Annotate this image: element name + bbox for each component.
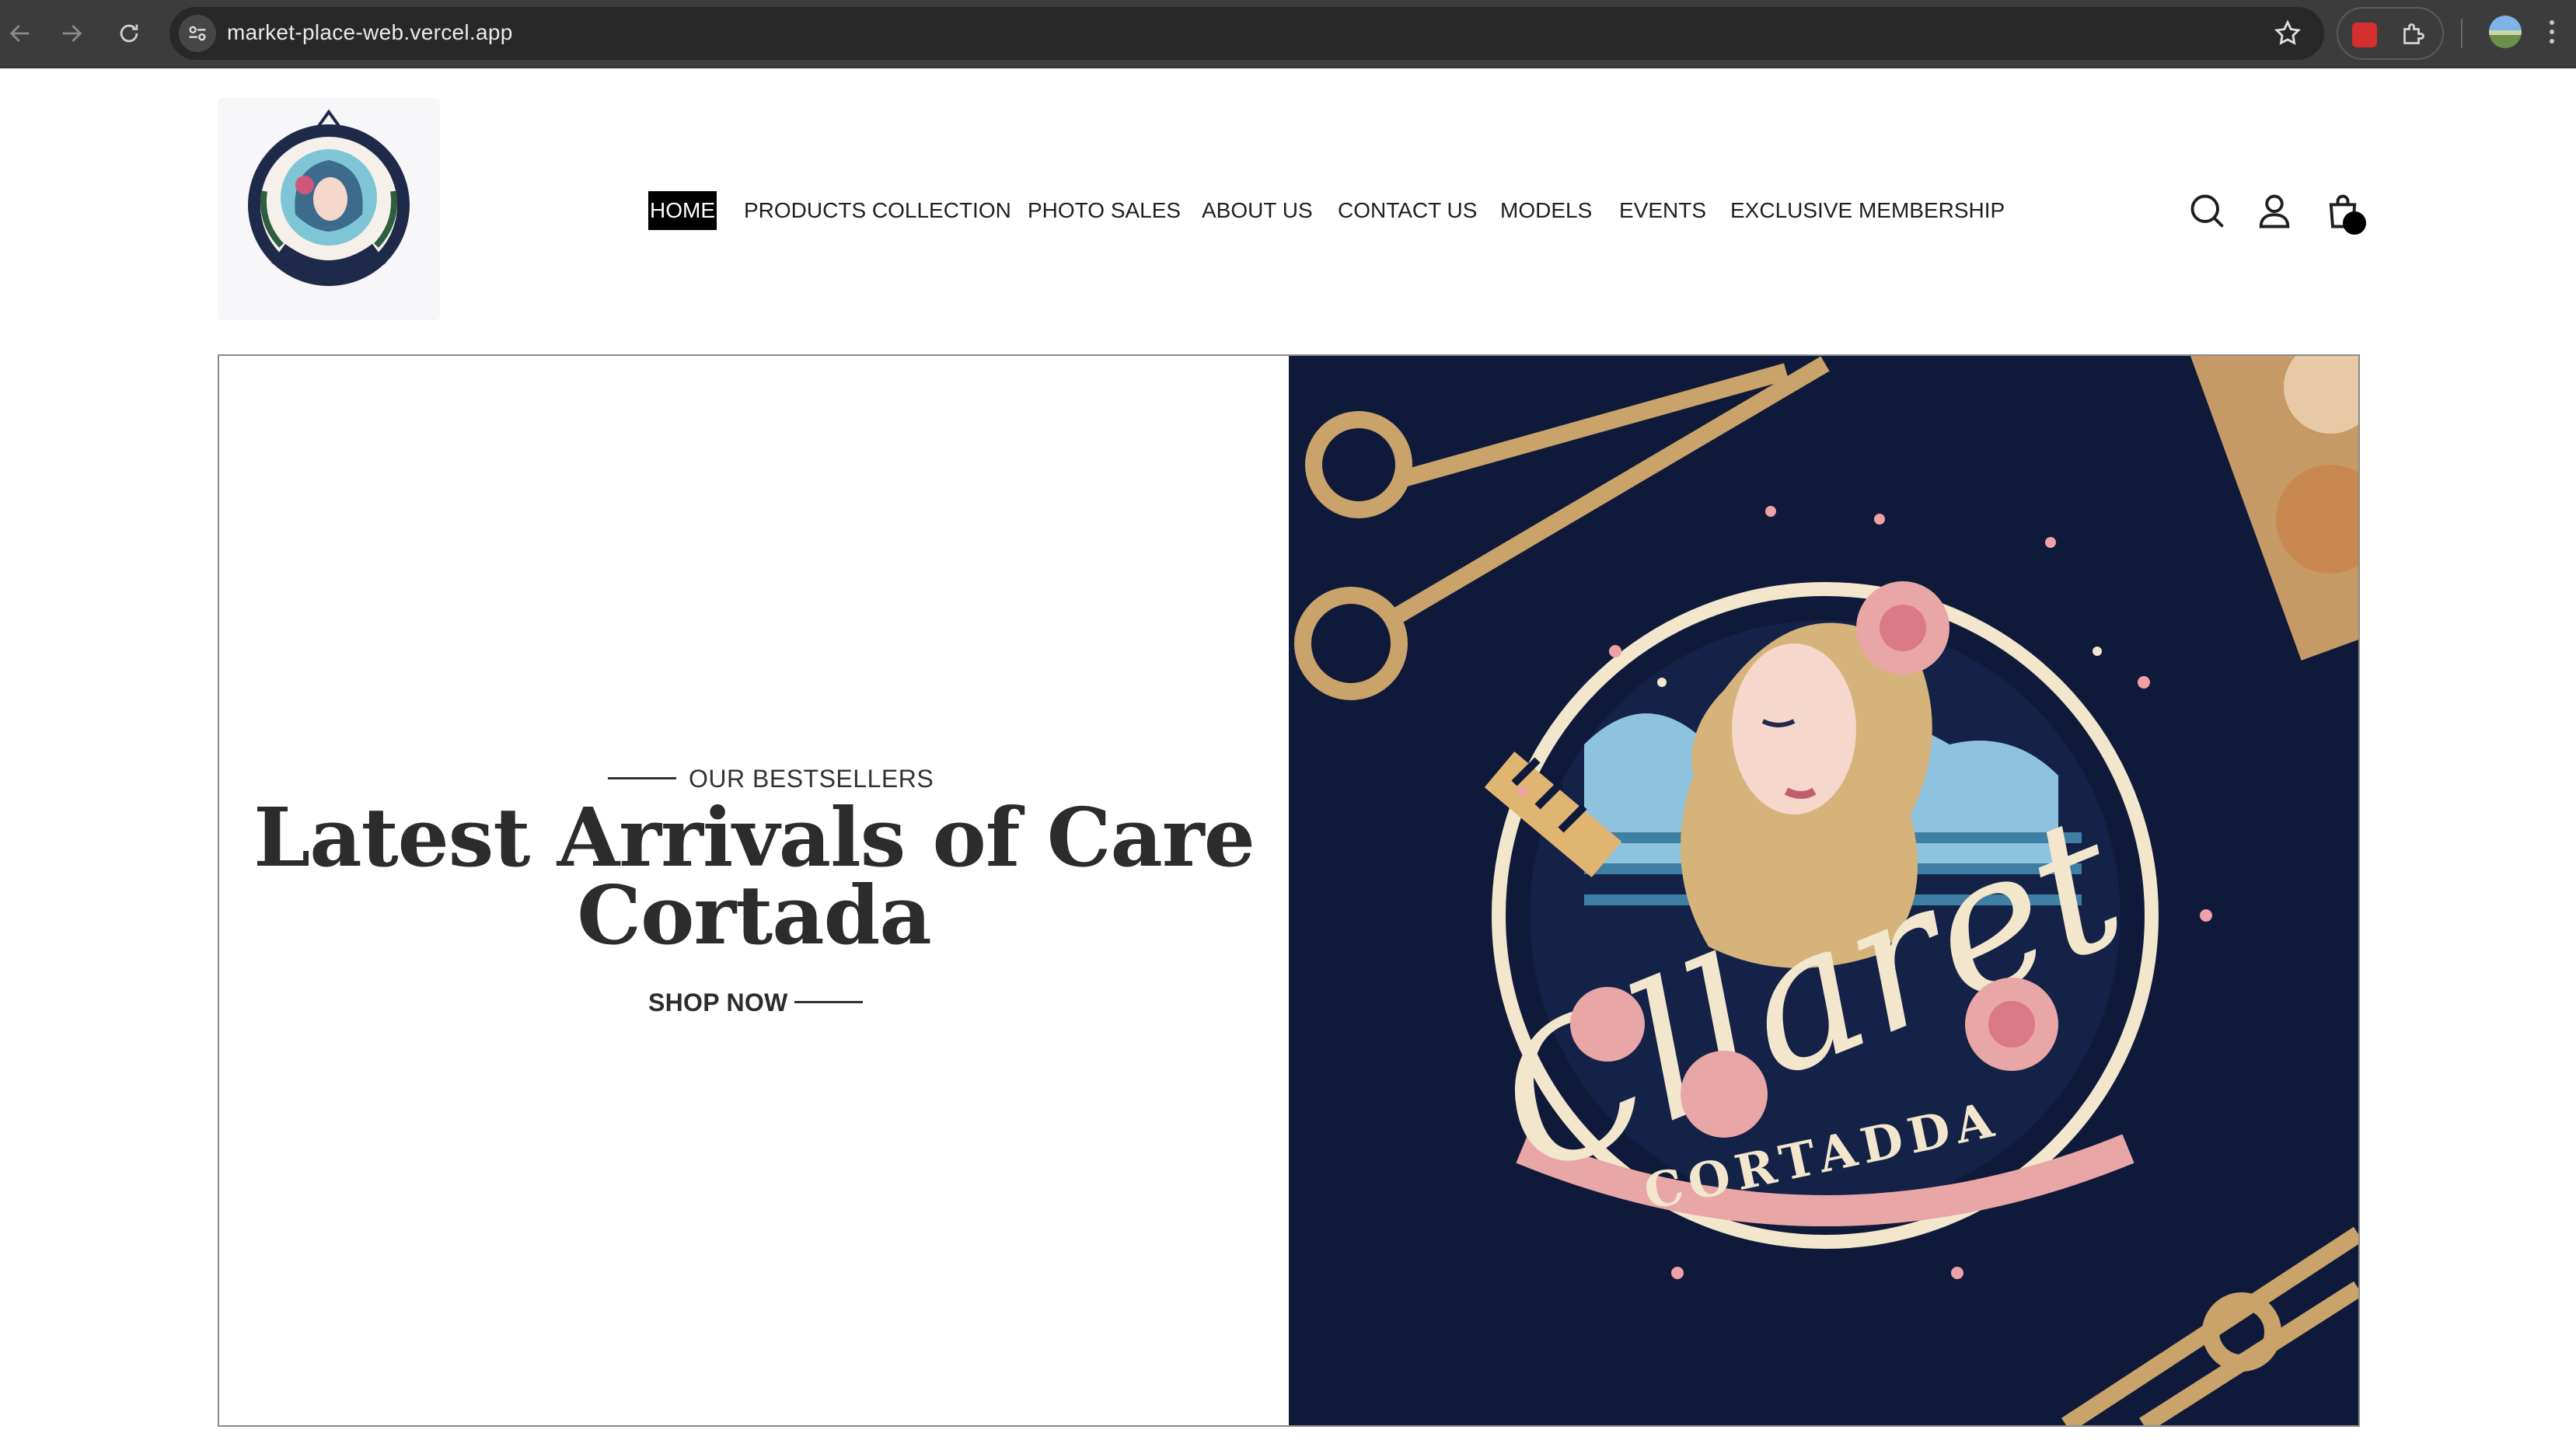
hero-headline: Latest Arrivals of Care Cortada bbox=[219, 797, 1289, 956]
more-menu-icon[interactable] bbox=[2548, 17, 2556, 48]
search-icon[interactable] bbox=[2187, 191, 2228, 232]
forward-button[interactable] bbox=[53, 15, 90, 52]
user-icon[interactable] bbox=[2254, 191, 2295, 232]
nav-events[interactable]: EVENTS bbox=[1619, 191, 1706, 230]
nav-models[interactable]: MODELS bbox=[1500, 191, 1592, 230]
back-arrow-icon bbox=[9, 25, 30, 42]
hero-banner: OUR BESTSELLERS Latest Arrivals of Care … bbox=[218, 354, 2360, 1427]
address-bar[interactable]: market-place-web.vercel.app bbox=[169, 7, 2324, 60]
cta-line bbox=[794, 1001, 863, 1003]
extension-icon[interactable] bbox=[2352, 23, 2377, 47]
hero-image: CORTADDA Cllaret bbox=[1289, 356, 2358, 1425]
nav-about-us[interactable]: ABOUT US bbox=[1202, 191, 1313, 230]
nav-products-collection[interactable]: PRODUCTS COLLECTION bbox=[744, 191, 1011, 230]
toolbar-divider bbox=[2461, 19, 2463, 48]
extensions-group bbox=[2337, 7, 2444, 60]
nav-contact-us[interactable]: CONTACT US bbox=[1338, 191, 1477, 230]
bookmark-star-icon[interactable] bbox=[2273, 19, 2302, 48]
forward-arrow-icon bbox=[62, 25, 82, 42]
puzzle-icon[interactable] bbox=[2399, 21, 2427, 49]
site-settings-button[interactable] bbox=[179, 15, 216, 52]
cart-count-badge bbox=[2343, 211, 2366, 235]
site-settings-icon bbox=[189, 26, 206, 41]
reload-icon bbox=[120, 24, 138, 43]
hero-text-panel: OUR BESTSELLERS Latest Arrivals of Care … bbox=[219, 356, 1289, 1425]
headline-line-2: Cortada bbox=[577, 867, 931, 963]
url-text[interactable]: market-place-web.vercel.app bbox=[227, 20, 513, 45]
browser-toolbar: market-place-web.vercel.app bbox=[0, 0, 2576, 68]
brand-illustration: CORTADDA Cllaret bbox=[1289, 356, 2358, 1425]
nav-photo-sales[interactable]: PHOTO SALES bbox=[1028, 191, 1181, 230]
nav-home[interactable]: HOME bbox=[648, 191, 717, 230]
shop-now-link[interactable]: SHOP NOW bbox=[648, 988, 788, 1017]
profile-avatar[interactable] bbox=[2489, 16, 2522, 48]
back-button[interactable] bbox=[2, 15, 39, 52]
reload-button[interactable] bbox=[110, 15, 148, 52]
nav-exclusive-membership[interactable]: EXCLUSIVE MEMBERSHIP bbox=[1730, 191, 2005, 230]
kicker-line bbox=[608, 777, 676, 779]
